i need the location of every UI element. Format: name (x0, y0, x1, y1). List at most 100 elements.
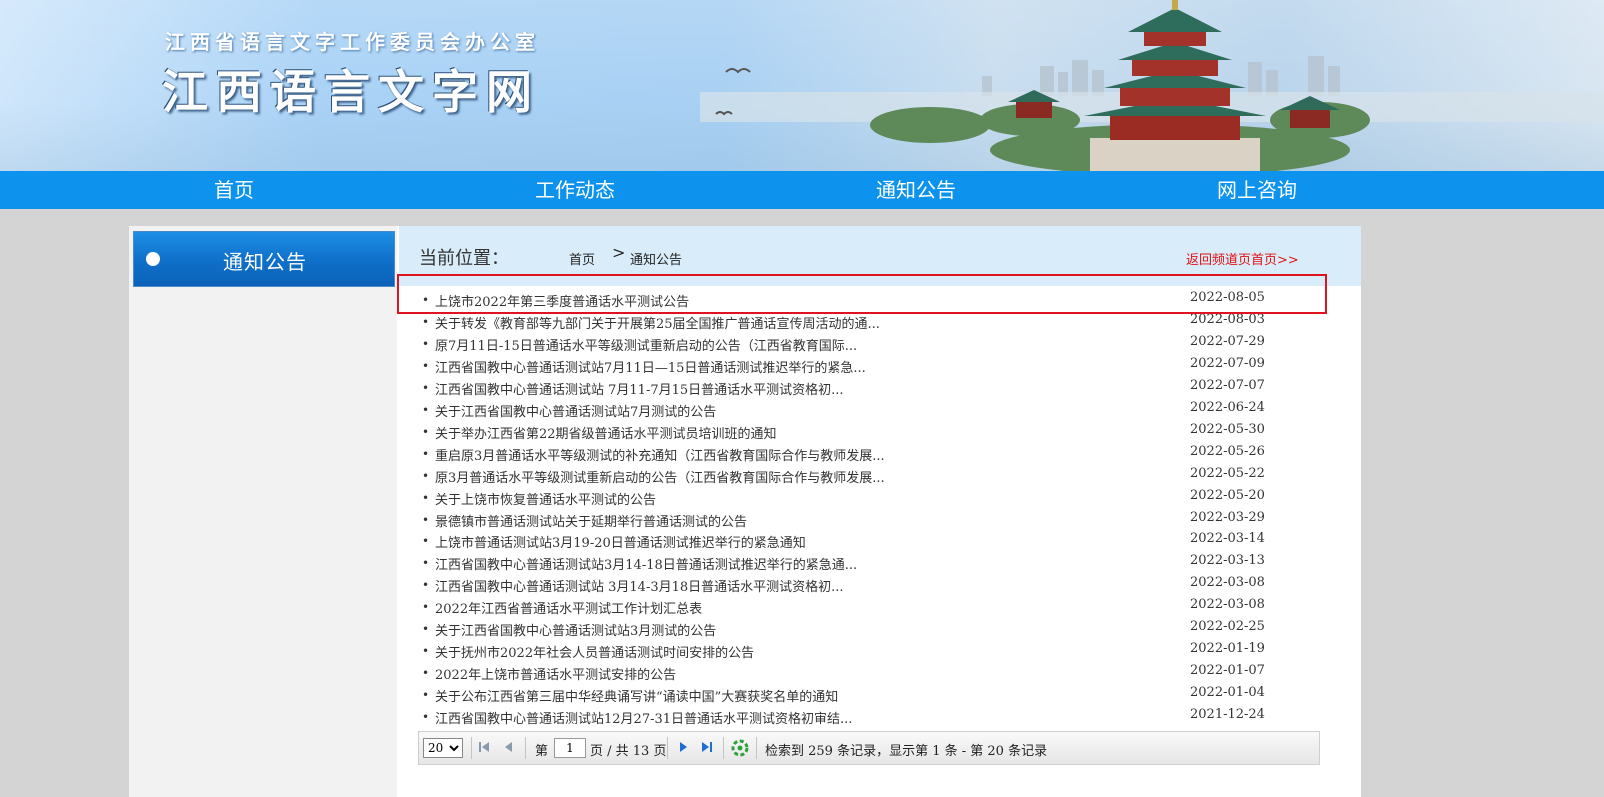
nav-item-work-news[interactable]: 工作动态 (535, 171, 615, 209)
bullet-dot-icon: • (422, 666, 430, 681)
bullet-dot-icon: • (422, 446, 430, 461)
next-page-icon[interactable] (675, 739, 691, 755)
notice-row: • 上饶市普通话测试站3月19-20日普通话测试推迟举行的紧急通知 2022-03-… (399, 529, 1329, 551)
notice-title-link[interactable]: 关于江西省国教中心普通话测试站7月测试的公告 (435, 401, 716, 420)
notice-date: 2022-05-26 (1190, 443, 1265, 459)
last-page-icon[interactable] (699, 739, 715, 755)
notice-title-link[interactable]: 关于上饶市恢复普通话水平测试的公告 (435, 489, 656, 508)
breadcrumb: 当前位置： 首页 > 通知公告 返回频道页首页>> (399, 226, 1361, 286)
sidebar: 通知公告 (129, 226, 397, 797)
notice-title-link[interactable]: 景德镇市普通话测试站关于延期举行普通话测试的公告 (435, 511, 747, 530)
notice-date: 2022-01-07 (1190, 663, 1265, 679)
notice-title-link[interactable]: 江西省国教中心普通话测试站3月14-18日普通话测试推迟举行的紧急通... (435, 554, 857, 573)
bullet-dot-icon: • (422, 578, 430, 593)
bullet-dot-icon: • (422, 402, 430, 417)
notice-title-link[interactable]: 关于抚州市2022年社会人员普通话测试时间安排的公告 (435, 642, 754, 661)
notice-date: 2022-02-25 (1190, 619, 1265, 635)
notice-title-link[interactable]: 上饶市2022年第三季度普通话水平测试公告 (435, 291, 689, 310)
notice-date: 2022-06-24 (1190, 399, 1265, 415)
bullet-dot-icon: • (422, 424, 430, 439)
notice-title-link[interactable]: 原3月普通话水平等级测试重新启动的公告（江西省教育国际合作与教师发展... (435, 467, 885, 486)
notice-row: • 关于抚州市2022年社会人员普通话测试时间安排的公告 2022-01-19 (399, 639, 1329, 661)
notice-date: 2022-07-09 (1190, 355, 1265, 371)
notice-date: 2022-05-22 (1190, 465, 1265, 481)
notice-date: 2021-12-24 (1190, 707, 1265, 723)
notice-row: • 2022年江西省普通话水平测试工作计划汇总表 2022-03-08 (399, 595, 1329, 617)
notice-date: 2022-07-29 (1190, 333, 1265, 349)
nav-item-home[interactable]: 首页 (214, 171, 254, 209)
notice-date: 2022-08-03 (1190, 311, 1265, 327)
bullet-dot-icon: • (422, 556, 430, 571)
notice-row: • 关于公布江西省第三届中华经典诵写讲“诵读中国”大赛获奖名单的通知 2022-01… (399, 683, 1329, 705)
pager-divider (667, 737, 668, 759)
notice-row: • 关于转发《教育部等九部门关于开展第25届全国推广普通话宣传周活动的通... 20… (399, 310, 1329, 332)
nav-item-online-consult[interactable]: 网上咨询 (1217, 171, 1297, 209)
notice-title-link[interactable]: 江西省国教中心普通话测试站7月11日—15日普通话测试推迟举行的紧急... (435, 357, 866, 376)
breadcrumb-home-link[interactable]: 首页 (569, 249, 595, 268)
pager-divider (471, 737, 472, 759)
bullet-dot-icon: • (422, 314, 430, 329)
pager-divider (756, 737, 757, 759)
pager-divider (525, 737, 526, 759)
pager-divider (723, 737, 724, 759)
bullet-dot-icon: • (422, 380, 430, 395)
prev-page-icon[interactable] (501, 739, 517, 755)
notice-title-link[interactable]: 关于举办江西省第22期省级普通话水平测试员培训班的通知 (435, 423, 777, 442)
bullet-dot-icon: • (422, 490, 430, 505)
notice-row: • 江西省国教中心普通话测试站12月27-31日普通话水平测试资格初审结... 20… (399, 705, 1329, 727)
notice-row: • 江西省国教中心普通话测试站 7月11-7月15日普通话水平测试资格初... 20… (399, 376, 1329, 398)
notice-title-link[interactable]: 江西省国教中心普通话测试站 7月11-7月15日普通话水平测试资格初... (435, 379, 844, 398)
notice-title-link[interactable]: 2022年江西省普通话水平测试工作计划汇总表 (435, 598, 702, 617)
bullet-dot-icon: • (422, 534, 430, 549)
notice-date: 2022-03-29 (1190, 509, 1265, 525)
notice-row: • 原7月11日-15日普通话水平等级测试重新启动的公告（江西省教育国际... 20… (399, 332, 1329, 354)
notice-row: • 江西省国教中心普通话测试站3月14-18日普通话测试推迟举行的紧急通... 20… (399, 551, 1329, 573)
nav-item-notices[interactable]: 通知公告 (876, 171, 956, 209)
notice-title-link[interactable]: 关于江西省国教中心普通话测试站3月测试的公告 (435, 620, 716, 639)
notice-row: • 关于江西省国教中心普通话测试站3月测试的公告 2022-02-25 (399, 617, 1329, 639)
notice-date: 2022-01-19 (1190, 641, 1265, 657)
bullet-dot-icon: • (422, 336, 430, 351)
first-page-icon[interactable] (476, 739, 492, 755)
tengwang-pavilion-illustration (700, 0, 1604, 171)
notice-row: • 景德镇市普通话测试站关于延期举行普通话测试的公告 2022-03-29 (399, 508, 1329, 530)
notice-row: • 关于上饶市恢复普通话水平测试的公告 2022-05-20 (399, 486, 1329, 508)
site-subtitle: 江西省语言文字工作委员会办公室 (165, 30, 540, 54)
sidebar-header[interactable]: 通知公告 (133, 231, 395, 287)
notice-title-link[interactable]: 重启原3月普通话水平等级测试的补充通知（江西省教育国际合作与教师发展... (435, 445, 885, 464)
current-page-input[interactable] (554, 738, 586, 758)
notice-row: • 2022年上饶市普通话水平测试安排的公告 2022-01-07 (399, 661, 1329, 683)
bullet-dot-icon: • (422, 622, 430, 637)
notice-title-link[interactable]: 原7月11日-15日普通话水平等级测试重新启动的公告（江西省教育国际... (435, 335, 857, 354)
site-title: 江西语言文字网 (162, 65, 540, 119)
site-banner: 江西省语言文字工作委员会办公室 江西语言文字网 (0, 0, 1604, 171)
notice-date: 2022-07-07 (1190, 377, 1265, 393)
notice-row: • 江西省国教中心普通话测试站7月11日—15日普通话测试推迟举行的紧急... 20… (399, 354, 1329, 376)
notice-date: 2022-08-05 (1190, 290, 1265, 305)
bullet-dot-icon: • (422, 710, 430, 725)
breadcrumb-label: 当前位置： (419, 248, 509, 269)
bullet-dot-icon: • (422, 293, 430, 307)
back-to-channel-link[interactable]: 返回频道页首页>> (1186, 249, 1299, 268)
refresh-icon[interactable] (730, 738, 750, 758)
notice-title-link[interactable]: 关于公布江西省第三届中华经典诵写讲“诵读中国”大赛获奖名单的通知 (435, 686, 838, 705)
notice-date: 2022-05-30 (1190, 421, 1265, 437)
breadcrumb-current: 通知公告 (630, 253, 683, 268)
notice-title-link[interactable]: 2022年上饶市普通话水平测试安排的公告 (435, 664, 676, 683)
notice-date: 2022-01-04 (1190, 685, 1265, 701)
notice-title-link[interactable]: 江西省国教中心普通话测试站 3月14-3月18日普通话水平测试资格初... (435, 576, 844, 595)
page-label-pre: 第 (535, 744, 549, 759)
bullet-dot-icon: • (422, 644, 430, 659)
notice-row: • 关于举办江西省第22期省级普通话水平测试员培训班的通知 2022-05-30 (399, 420, 1329, 442)
notice-title-link[interactable]: 关于转发《教育部等九部门关于开展第25届全国推广普通话宣传周活动的通... (435, 313, 880, 332)
main-container: 通知公告 当前位置： 首页 > 通知公告 返回频道页首页>> • 上饶市2022年… (129, 226, 1361, 797)
pagination-bar: 20 第 页 / 共 13 页 (418, 731, 1320, 765)
notice-row: • 江西省国教中心普通话测试站 3月14-3月18日普通话水平测试资格初... 20… (399, 573, 1329, 595)
notice-title-link[interactable]: 上饶市普通话测试站3月19-20日普通话测试推迟举行的紧急通知 (435, 532, 806, 551)
page-size-select[interactable]: 20 (423, 738, 463, 758)
notice-row: • 上饶市2022年第三季度普通话水平测试公告 2022-08-05 (399, 288, 1329, 310)
notice-row: • 原3月普通话水平等级测试重新启动的公告（江西省教育国际合作与教师发展... 20… (399, 464, 1329, 486)
notice-date: 2022-03-13 (1190, 553, 1265, 569)
notice-row: • 重启原3月普通话水平等级测试的补充通知（江西省教育国际合作与教师发展... 20… (399, 442, 1329, 464)
notice-title-link[interactable]: 江西省国教中心普通话测试站12月27-31日普通话水平测试资格初审结... (435, 708, 852, 727)
